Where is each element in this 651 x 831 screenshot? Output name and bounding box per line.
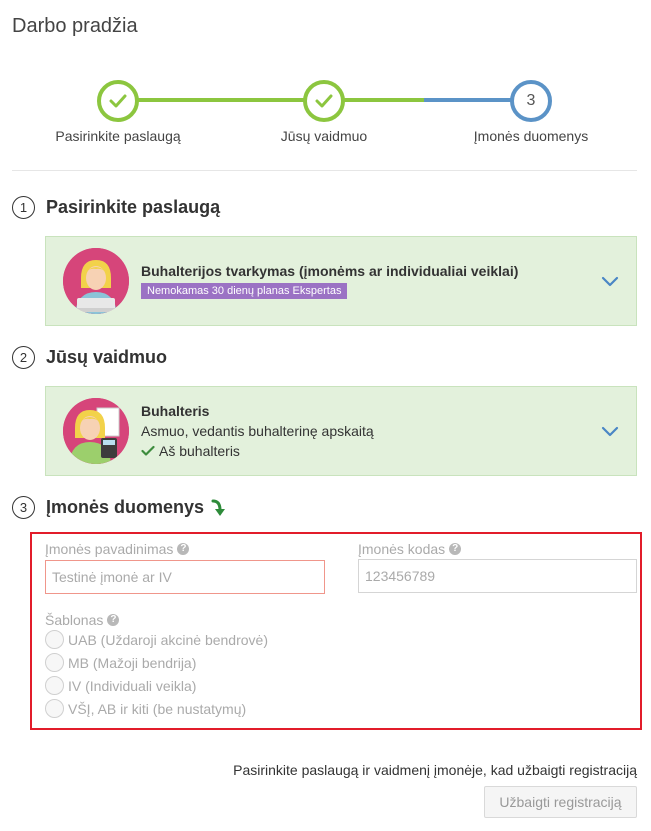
service-title: Buhalterijos tvarkymas (įmonėms ar indiv…: [141, 263, 519, 279]
role-card[interactable]: Buhalteris Asmuo, vedantis buhalterinę a…: [45, 386, 637, 476]
step-2-circle[interactable]: [303, 80, 345, 122]
radio-button[interactable]: [45, 653, 64, 672]
plan-badge: Nemokamas 30 dienų planas Ekspertas: [141, 283, 348, 299]
section-number: 2: [12, 346, 35, 369]
check-icon: [315, 94, 333, 108]
section-number: 1: [12, 196, 35, 219]
help-icon[interactable]: ?: [177, 543, 190, 555]
template-option-label: MB (Mažoji bendrija): [68, 654, 197, 671]
radio-button[interactable]: [45, 676, 64, 695]
section-3-heading: 3 Įmonės duomenys: [12, 496, 228, 519]
divider: [12, 170, 637, 171]
company-code-label-text: Įmonės kodas: [358, 541, 446, 557]
role-description: Asmuo, vedantis buhalterinę apskaitą: [141, 423, 374, 439]
step-1-circle[interactable]: [97, 80, 139, 122]
completion-hint: Pasirinkite paslaugą ir vaidmenį įmonėje…: [233, 762, 637, 778]
check-icon: [109, 94, 127, 108]
company-name-label: Įmonės pavadinimas ?: [45, 541, 190, 557]
company-details-form: Įmonės pavadinimas ? Įmonės kodas ? Šabl…: [30, 532, 642, 730]
service-card[interactable]: Buhalterijos tvarkymas (įmonėms ar indiv…: [45, 236, 637, 326]
company-code-input[interactable]: [358, 559, 637, 593]
template-option-label: UAB (Uždaroji akcinė bendrovė): [68, 631, 268, 648]
template-label-text: Šablonas: [45, 612, 104, 628]
company-code-label: Įmonės kodas ?: [358, 541, 462, 557]
company-name-label-text: Įmonės pavadinimas: [45, 541, 174, 557]
section-1-heading: 1 Pasirinkite paslaugą: [12, 196, 220, 219]
check-icon: [141, 445, 155, 456]
accountant-calculator-avatar-icon: [63, 398, 129, 464]
section-2-heading: 2 Jūsų vaidmuo: [12, 346, 167, 369]
chevron-down-icon[interactable]: [601, 426, 619, 438]
help-icon[interactable]: ?: [107, 614, 120, 626]
template-option[interactable]: UAB (Uždaroji akcinė bendrovė): [45, 630, 268, 649]
chevron-down-icon[interactable]: [601, 276, 619, 288]
progress-stepper: 3 Pasirinkite paslaugą Jūsų vaidmuo Įmon…: [0, 78, 651, 158]
arrow-down-icon: [211, 499, 226, 516]
company-name-input[interactable]: [45, 560, 325, 594]
page-title: Darbo pradžia: [12, 15, 138, 37]
step-3-circle[interactable]: 3: [510, 80, 552, 122]
step-3-label: Įmonės duomenys: [473, 128, 589, 144]
template-option[interactable]: MB (Mažoji bendrija): [45, 653, 196, 672]
complete-registration-button[interactable]: Užbaigti registraciją: [484, 786, 637, 818]
radio-button[interactable]: [45, 699, 64, 718]
section-title: Pasirinkite paslaugą: [46, 197, 221, 217]
role-confirmation: Aš buhalteris: [141, 443, 374, 459]
help-icon[interactable]: ?: [449, 543, 462, 555]
accountant-laptop-avatar-icon: [63, 248, 129, 314]
section-title: Įmonės duomenys: [46, 497, 205, 517]
template-option[interactable]: VŠĮ, AB ir kiti (be nustatymų): [45, 699, 246, 718]
step-2-label: Jūsų vaidmuo: [280, 128, 368, 144]
template-option-label: VŠĮ, AB ir kiti (be nustatymų): [68, 700, 247, 717]
role-confirmation-label: Aš buhalteris: [159, 443, 240, 459]
role-title: Buhalteris: [141, 403, 210, 419]
template-option[interactable]: IV (Individuali veikla): [45, 676, 196, 695]
stepper-line-done: [118, 98, 324, 102]
step-1-label: Pasirinkite paslaugą: [55, 128, 181, 144]
template-label: Šablonas ?: [45, 612, 120, 628]
radio-button[interactable]: [45, 630, 64, 649]
section-number: 3: [12, 496, 35, 519]
section-title: Jūsų vaidmuo: [46, 347, 168, 367]
template-option-label: IV (Individuali veikla): [68, 677, 197, 694]
